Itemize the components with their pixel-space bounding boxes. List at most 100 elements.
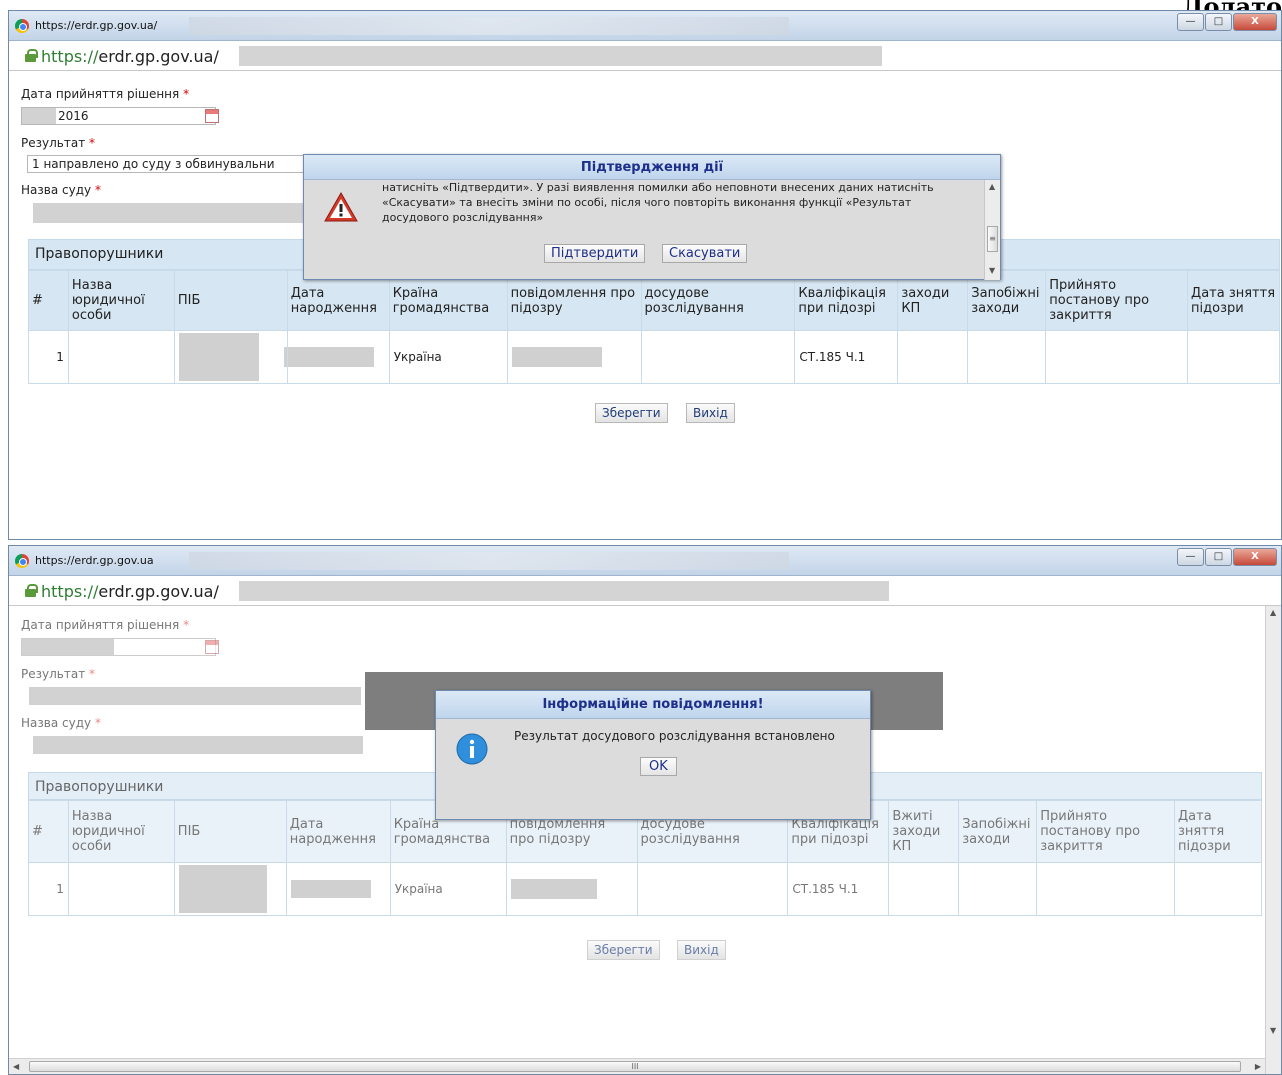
browser-window-info: https://erdr.gp.gov.ua — □ X https://erd…: [8, 545, 1282, 1075]
scroll-left-icon[interactable]: ◀: [13, 1062, 19, 1071]
date-input[interactable]: [21, 638, 216, 656]
lock-icon: [25, 584, 38, 597]
vertical-scrollbar[interactable]: ▲ ▼: [1265, 606, 1281, 1074]
col-header[interactable]: Прийнято постанову про закриття: [1045, 270, 1189, 331]
col-header[interactable]: Дата народження: [285, 800, 391, 863]
exit-button[interactable]: Вихід: [677, 940, 726, 960]
col-header[interactable]: Вжиті заходи КП: [888, 800, 960, 863]
redacted-cell: [283, 347, 374, 367]
form-content: Дата прийняття рішення * 2016 Результат …: [9, 71, 1281, 539]
col-header[interactable]: Прийнято постанову про закриття: [1036, 800, 1176, 863]
cell-closure: [1045, 330, 1189, 384]
scroll-thumb[interactable]: ≡: [987, 226, 998, 252]
court-input[interactable]: [33, 736, 363, 754]
maximize-button[interactable]: □: [1205, 13, 1232, 31]
redacted-url: [239, 46, 882, 66]
col-header[interactable]: Запобіжні заходи: [958, 800, 1038, 863]
cell-investigation: [640, 330, 796, 384]
scroll-up-icon[interactable]: ▲: [989, 182, 995, 191]
cell-country: Україна: [388, 330, 508, 384]
title-bar: https://erdr.gp.gov.ua/ — □ X: [9, 11, 1281, 41]
cell-removal: [1174, 862, 1262, 916]
minimize-button[interactable]: —: [1177, 548, 1204, 566]
info-dialog: Інформаційне повідомлення! Результат дос…: [435, 690, 871, 820]
address-bar[interactable]: https://erdr.gp.gov.ua/: [9, 41, 1281, 71]
result-label: Результат *: [21, 136, 96, 150]
address-url: https://erdr.gp.gov.ua/: [41, 47, 219, 66]
cell-name: [173, 330, 288, 384]
horizontal-scrollbar[interactable]: ◀ III ▶: [9, 1058, 1265, 1074]
col-header[interactable]: ПІБ: [173, 800, 287, 863]
cell-country: Україна: [389, 862, 507, 916]
result-label: Результат *: [21, 667, 96, 681]
lock-icon: [25, 49, 38, 62]
redacted-cell: [290, 880, 371, 898]
court-label: Назва суду *: [21, 183, 101, 197]
save-button[interactable]: Зберегти: [595, 403, 668, 423]
cell-name: [173, 862, 287, 916]
cell-suspicion: [505, 862, 638, 916]
scroll-up-icon[interactable]: ▲: [1270, 608, 1276, 617]
address-bar[interactable]: https://erdr.gp.gov.ua/: [9, 576, 1281, 606]
cell-preventive: [958, 862, 1038, 916]
redacted-title: [189, 17, 789, 35]
warning-icon: [324, 192, 358, 222]
date-input[interactable]: 2016: [21, 107, 216, 125]
col-header[interactable]: #: [28, 270, 69, 331]
redacted-cell: [510, 879, 597, 899]
confirm-button[interactable]: Підтвердити: [544, 244, 646, 263]
table-row[interactable]: 1 Україна СТ.185 Ч.1: [28, 330, 1280, 384]
title-url: https://erdr.gp.gov.ua/: [35, 19, 158, 32]
result-select[interactable]: [29, 687, 361, 705]
chrome-icon: [15, 554, 29, 568]
scroll-right-icon[interactable]: ▶: [1255, 1062, 1261, 1071]
exit-button[interactable]: Вихід: [686, 403, 735, 423]
redacted-date: [22, 639, 114, 655]
dialog-title: Підтвердження дії: [304, 155, 1000, 180]
browser-window-confirm: https://erdr.gp.gov.ua/ — □ X https://er…: [8, 10, 1282, 540]
date-label: Дата прийняття рішення *: [21, 618, 190, 632]
minimize-button[interactable]: —: [1177, 13, 1204, 31]
col-header[interactable]: Назва юридичної особи: [67, 270, 175, 331]
scroll-down-icon[interactable]: ▼: [1270, 1026, 1276, 1035]
cell-removal: [1187, 330, 1280, 384]
col-header[interactable]: Назва юридичної особи: [67, 800, 175, 863]
cell-investigation: [636, 862, 789, 916]
cell-closure: [1036, 862, 1176, 916]
scroll-down-icon[interactable]: ▼: [989, 266, 995, 275]
date-label: Дата прийняття рішення *: [21, 87, 190, 101]
court-input[interactable]: [33, 203, 305, 223]
offenders-table: # Назва юридичної особи ПІБ Дата народже…: [28, 270, 1280, 384]
info-icon: [456, 733, 488, 765]
cell-measures: [897, 330, 969, 384]
cell-num: 1: [28, 330, 69, 384]
close-button[interactable]: X: [1233, 13, 1277, 31]
close-button[interactable]: X: [1233, 548, 1277, 566]
calendar-icon[interactable]: [205, 109, 219, 123]
col-header[interactable]: #: [28, 800, 69, 863]
col-header[interactable]: ПІБ: [173, 270, 288, 331]
cell-entity: [67, 862, 175, 916]
address-url: https://erdr.gp.gov.ua/: [41, 582, 219, 601]
cancel-button[interactable]: Скасувати: [662, 244, 748, 263]
cell-measures: [888, 862, 960, 916]
result-select[interactable]: 1 направлено до суду з обвинувальни: [27, 155, 305, 173]
confirm-dialog: Підтвердження дії натисніть «Підтвердити…: [303, 154, 1001, 280]
calendar-icon[interactable]: [205, 640, 219, 654]
scroll-thumb[interactable]: III: [29, 1061, 1241, 1072]
dialog-message: Результат досудового розслідування встан…: [514, 729, 835, 743]
redacted-date: [22, 108, 56, 124]
ok-button[interactable]: OK: [640, 757, 677, 776]
cell-birth: [283, 330, 390, 384]
cell-num: 1: [28, 862, 69, 916]
col-header[interactable]: Дата зняття підозри: [1174, 800, 1262, 863]
redacted-title: [189, 552, 789, 570]
col-header[interactable]: Дата зняття підозри: [1187, 270, 1280, 331]
maximize-button[interactable]: □: [1205, 548, 1232, 566]
cell-birth: [285, 862, 391, 916]
table-row[interactable]: 1 Україна СТ.185 Ч.1: [28, 862, 1262, 916]
dialog-scrollbar[interactable]: ▲ ≡ ▼: [984, 180, 1000, 280]
cell-entity: [67, 330, 175, 384]
date-value: 2016: [58, 109, 89, 123]
save-button[interactable]: Зберегти: [587, 940, 660, 960]
